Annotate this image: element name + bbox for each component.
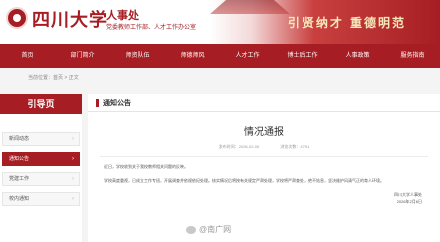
- nav-item-faculty[interactable]: 师资队伍: [110, 44, 165, 68]
- nav-item-postdoc[interactable]: 博士后工作: [275, 44, 330, 68]
- sidebar-item-news[interactable]: 新闻动态 ›: [2, 132, 80, 146]
- article-panel: 通知公告 情况通报 发布时间：2026-02-00 浏览次数：4791 近日，学…: [88, 94, 440, 242]
- breadcrumb[interactable]: 当前位置：首页 > 正文: [28, 74, 79, 81]
- weibo-icon: [186, 225, 196, 234]
- publish-date: 发布时间：2026-02-00: [218, 144, 260, 149]
- signature-org: 四川大学人事处: [394, 192, 422, 197]
- chevron-right-icon: ›: [72, 156, 74, 162]
- dept-subtitle: 党委教师工作部、人才工作办公室: [106, 25, 197, 31]
- university-logo[interactable]: [6, 7, 28, 29]
- nav-item-service[interactable]: 服务指南: [385, 44, 440, 68]
- nav-item-ethics[interactable]: 师德师风: [165, 44, 220, 68]
- dept-name: 人事处: [106, 10, 139, 22]
- sidebar-item-party[interactable]: 党建工作 ›: [2, 172, 80, 186]
- section-title: 通知公告: [103, 99, 131, 107]
- chevron-right-icon: ›: [72, 136, 74, 142]
- sidebar-item-notices[interactable]: 通知公告 ›: [2, 152, 80, 166]
- chevron-right-icon: ›: [72, 176, 74, 182]
- article-title: 情况通报: [244, 127, 284, 138]
- watermark: @南广网: [186, 224, 231, 235]
- sidebar-item-campus[interactable]: 校内通知 ›: [2, 192, 80, 206]
- nav-item-talent[interactable]: 人才工作: [220, 44, 275, 68]
- article-meta: 发布时间：2026-02-00 浏览次数：4791: [88, 144, 440, 150]
- chevron-right-icon: ›: [72, 196, 74, 202]
- site-header: 四川大学 人事处 党委教师工作部、人才工作办公室 引贤纳才 重德明范: [0, 0, 440, 44]
- nav-item-policy[interactable]: 人事政策: [330, 44, 385, 68]
- sidebar-item-label: 校内通知: [9, 196, 30, 202]
- signature-date: 2026年2月6日: [396, 199, 422, 204]
- school-name[interactable]: 四川大学: [32, 6, 108, 32]
- nav-item-home[interactable]: 首页: [0, 44, 55, 68]
- watermark-text: @南广网: [199, 225, 232, 234]
- section-header: 通知公告: [88, 94, 440, 112]
- sidebar-title: 引导页: [0, 94, 82, 114]
- sidebar-item-label: 新闻动态: [9, 136, 30, 142]
- article-paragraph: 近日，学校收到关于我校教师相关问题的反映。: [104, 164, 188, 169]
- article-paragraph: 学校高度重视，已成立工作专班，开展调查并依规依纪处理。核实情况后将按有关规定严肃…: [104, 178, 384, 183]
- motto: 引贤纳才 重德明范: [287, 16, 406, 30]
- article-signature: 四川大学人事处 2026年2月6日: [88, 191, 422, 205]
- section-marker: [96, 98, 99, 107]
- sidebar: 引导页 新闻动态 › 通知公告 › 党建工作 › 校内通知 ›: [0, 94, 82, 242]
- divider: [100, 156, 428, 157]
- view-count: 浏览次数：4791: [280, 144, 310, 149]
- sidebar-item-label: 党建工作: [9, 176, 30, 182]
- sidebar-item-label: 通知公告: [9, 156, 30, 162]
- nav-item-about[interactable]: 部门简介: [55, 44, 110, 68]
- main-nav: 首页 部门简介 师资队伍 师德师风 人才工作 博士后工作 人事政策 服务指南: [0, 44, 440, 68]
